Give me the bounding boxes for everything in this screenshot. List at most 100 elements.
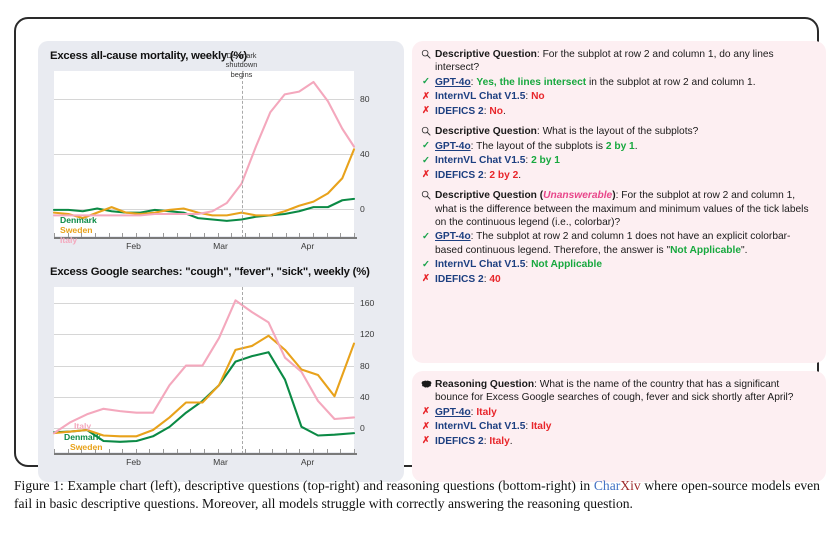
x-axis-tick bbox=[204, 448, 205, 453]
answer-plain-text: : The layout of the subplots is bbox=[470, 140, 606, 152]
annotation-text-line: shutdown bbox=[225, 60, 258, 70]
model-name: InternVL Chat V1.5 bbox=[435, 155, 526, 167]
x-axis-tick bbox=[258, 448, 260, 453]
magnifier-icon bbox=[421, 49, 431, 59]
x-axis-tick bbox=[299, 448, 301, 453]
x-axis-tick bbox=[231, 448, 233, 453]
incorrect-cross-icon: ✗ bbox=[422, 90, 430, 102]
y-axis-tick-label: 120 bbox=[360, 329, 375, 340]
qa-item: Descriptive Question: For the subplot at… bbox=[421, 48, 815, 118]
series-lines bbox=[52, 299, 356, 443]
x-axis-tick bbox=[204, 232, 205, 237]
chart-title-bottom: Excess Google searches: "cough", "fever"… bbox=[50, 266, 370, 278]
unanswerable-tag: Unanswerable bbox=[543, 190, 613, 202]
answer-line: ✓ GPT-4o: The layout of the subplots is 2… bbox=[421, 140, 815, 153]
qa-item: Descriptive Question: What is the layout… bbox=[421, 125, 815, 182]
annotation-text-line: Denmark bbox=[226, 51, 257, 60]
answer-wrong-text: 40 bbox=[489, 273, 501, 285]
x-axis-tick bbox=[313, 448, 315, 453]
x-axis-tick bbox=[258, 232, 260, 237]
x-axis-tick-label: Apr bbox=[300, 457, 315, 467]
subchart-mortality: 0 40 80 Denmark shutdown begins Feb Mar Apr Denma… bbox=[38, 51, 404, 260]
x-axis-tick bbox=[354, 232, 355, 237]
figure-frame: Excess all-cause mortality, weekly (%) 0… bbox=[14, 17, 826, 482]
x-axis-tick bbox=[231, 232, 233, 237]
magnifier-icon bbox=[421, 190, 431, 200]
x-axis-tick bbox=[122, 232, 124, 237]
answer-wrong-text: Italy bbox=[489, 435, 510, 447]
y-axis-tick-label: 0 bbox=[360, 203, 365, 214]
magnifier-icon bbox=[421, 49, 433, 63]
x-axis-tick bbox=[354, 448, 355, 453]
subchart-google-searches: 0 40 80 120 160 Feb Mar Apr Italy Denmark Sweden bbox=[38, 281, 404, 476]
annotation-text-line: begins bbox=[230, 69, 253, 79]
answer-wrong-text: Italy bbox=[531, 421, 552, 433]
magnifier-icon bbox=[421, 127, 431, 136]
answer-line: ✗ IDEFICS 2: 2 by 2. bbox=[421, 169, 815, 182]
annotation-dashed-line bbox=[241, 287, 243, 454]
model-name: GPT-4o bbox=[435, 406, 471, 418]
answer-line: ✓ GPT-4o: Yes, the lines intersect in the… bbox=[421, 76, 815, 89]
x-axis-tick bbox=[67, 448, 69, 453]
qa-item: Descriptive Question (Unanswerable): For… bbox=[421, 189, 815, 286]
descriptive-questions-box: Descriptive Question: For the subplot at… bbox=[412, 41, 826, 363]
answer-plain-text: . bbox=[502, 105, 506, 117]
model-name: GPT-4o bbox=[435, 140, 471, 152]
x-axis-tick bbox=[285, 232, 287, 237]
answer-line: ✓ GPT-4o: The subplot at row 2 and column… bbox=[421, 230, 815, 257]
figure-caption: Figure 1: Example chart (left), descript… bbox=[14, 477, 820, 514]
answer-correct-text: Not Applicable bbox=[531, 259, 603, 271]
x-axis-tick bbox=[285, 448, 287, 453]
answer-line: ✗ IDEFICS 2: 40 bbox=[421, 273, 815, 286]
x-axis-tick bbox=[313, 232, 315, 237]
x-axis-tick bbox=[163, 448, 165, 453]
chart-panel: Excess all-cause mortality, weekly (%) 0… bbox=[38, 41, 404, 482]
x-axis-tick bbox=[244, 232, 246, 237]
series-label-sweden: Sweden bbox=[70, 442, 103, 452]
question-line: Descriptive Question: For the subplot at… bbox=[421, 48, 815, 75]
y-axis-tick-label: 80 bbox=[360, 360, 370, 371]
answer-correct-text: 2 by 1 bbox=[605, 140, 635, 152]
x-axis-tick bbox=[217, 448, 219, 453]
model-name: IDEFICS 2 bbox=[435, 273, 484, 285]
model-name: GPT-4o bbox=[435, 231, 471, 243]
correct-check-icon: ✓ bbox=[422, 230, 430, 242]
brain-icon bbox=[421, 379, 433, 393]
correct-check-icon: ✓ bbox=[422, 76, 430, 88]
x-axis-tick bbox=[217, 232, 219, 237]
caption-part1: Example chart (left), descriptive questi… bbox=[63, 478, 594, 493]
plot-area bbox=[52, 71, 356, 236]
incorrect-cross-icon: ✗ bbox=[422, 406, 430, 418]
x-axis-tick bbox=[176, 448, 178, 453]
question-line: Descriptive Question (Unanswerable): For… bbox=[421, 189, 815, 229]
series-line-italy bbox=[52, 299, 356, 435]
answer-correct-text: Not Applicable bbox=[670, 244, 742, 256]
chart-title-top: Excess all-cause mortality, weekly (%) bbox=[50, 50, 247, 62]
incorrect-cross-icon: ✗ bbox=[422, 435, 430, 447]
charxiv-brand-char: Char bbox=[593, 478, 621, 493]
answer-line: ✗ IDEFICS 2: Italy. bbox=[421, 435, 815, 448]
x-axis-rule bbox=[54, 237, 357, 239]
series-lines bbox=[52, 80, 356, 222]
answer-plain-text: . bbox=[509, 435, 513, 447]
series-label-italy: Italy bbox=[60, 235, 78, 245]
x-axis-tick bbox=[54, 232, 55, 237]
x-axis-tick bbox=[340, 448, 342, 453]
y-axis-tick-label: 80 bbox=[360, 93, 370, 104]
brain-icon bbox=[421, 380, 432, 388]
x-axis-tick-label: Apr bbox=[300, 241, 315, 251]
annotation-dashed-line bbox=[241, 71, 243, 238]
charxiv-brand-xiv: Xiv bbox=[620, 478, 641, 493]
answer-wrong-text: No bbox=[489, 105, 503, 117]
series-label-denmark: Denmark bbox=[60, 215, 97, 225]
caption-prefix: Figure 1: bbox=[14, 478, 64, 493]
model-name: InternVL Chat V1.5 bbox=[435, 259, 526, 271]
answer-plain-text: . bbox=[518, 169, 522, 181]
x-axis-tick-label: Mar bbox=[213, 457, 228, 467]
question-type-label: Reasoning Question bbox=[435, 379, 535, 390]
x-axis-tick bbox=[108, 448, 110, 453]
x-axis-tick bbox=[149, 448, 151, 453]
x-axis-tick bbox=[108, 232, 110, 237]
answer-line: ✗ IDEFICS 2: No. bbox=[421, 105, 815, 118]
x-axis-tick-label: Mar bbox=[213, 241, 228, 251]
